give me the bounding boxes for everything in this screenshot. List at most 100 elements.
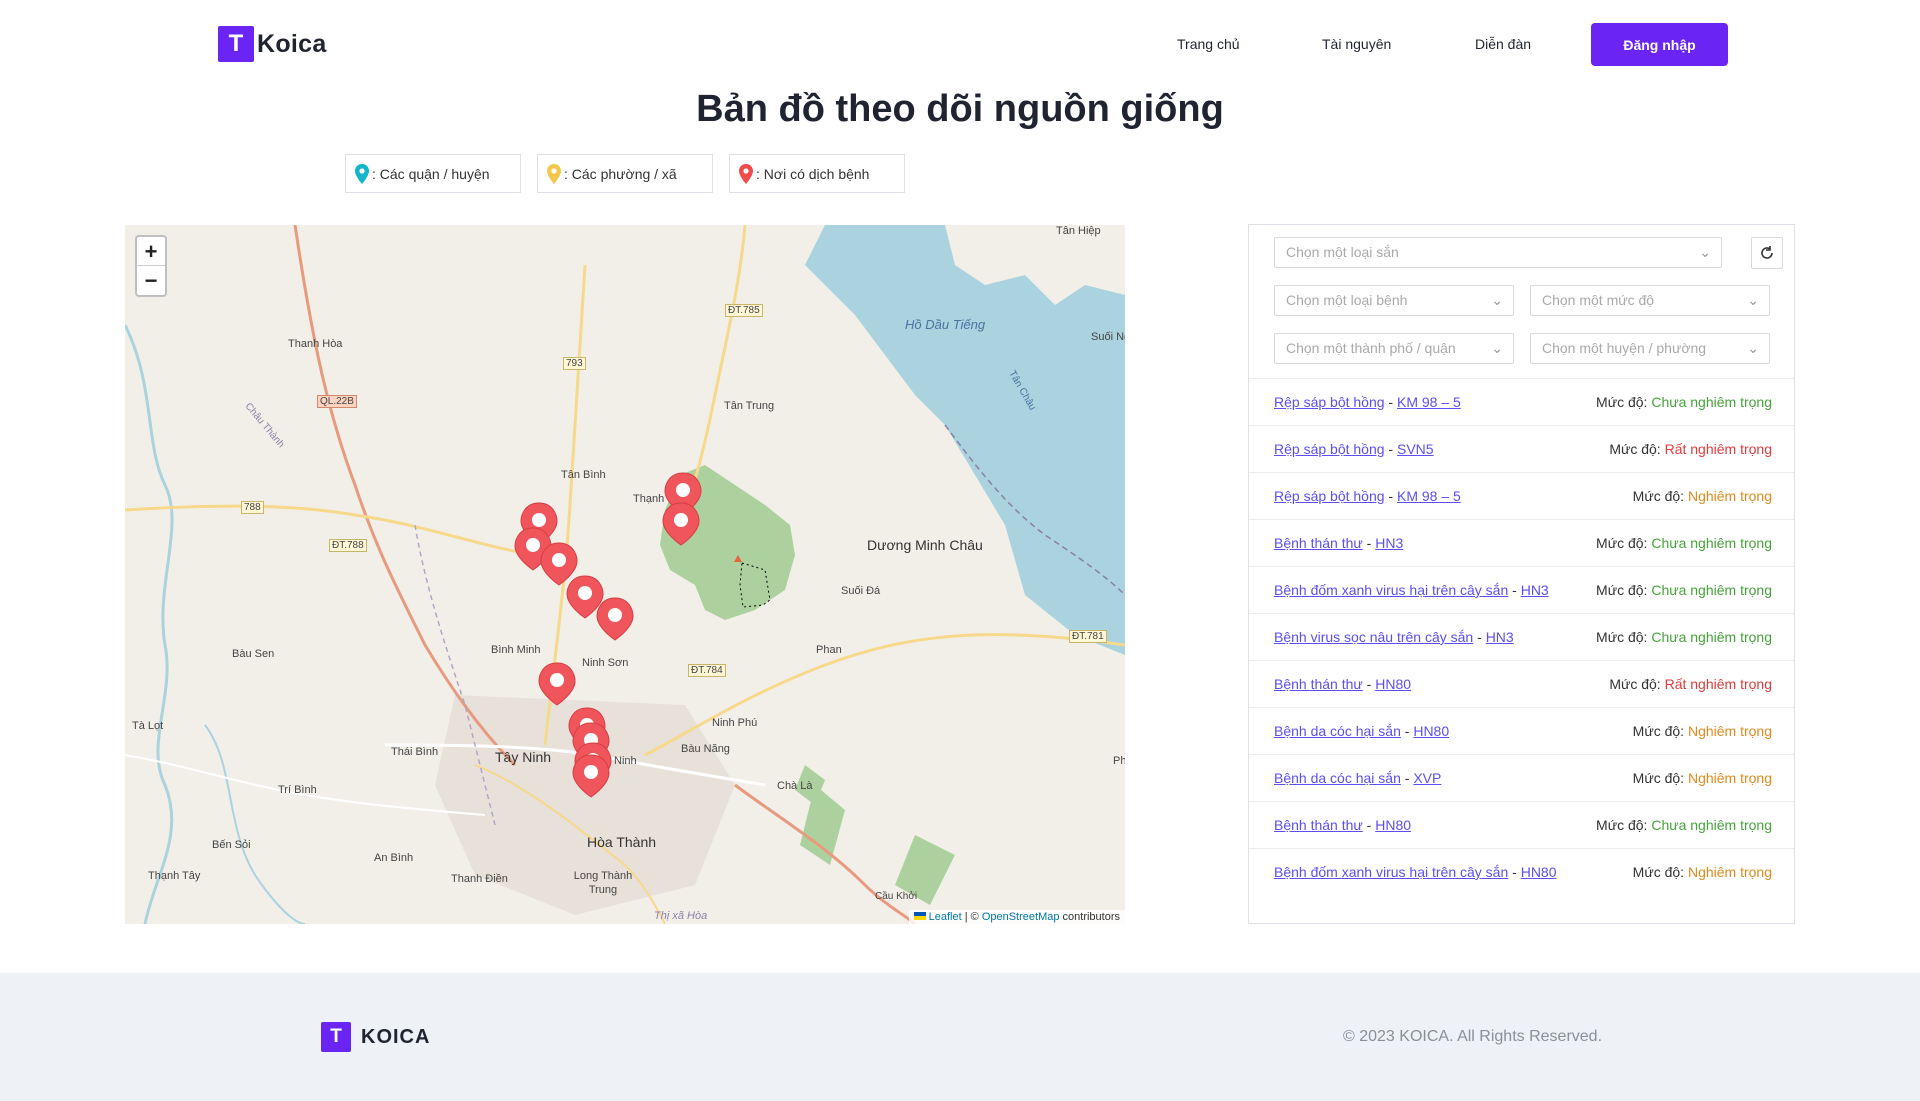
zoom-in-button[interactable]: + bbox=[137, 237, 165, 266]
disease-type-select[interactable]: Chọn một loại bệnh ⌄ bbox=[1274, 285, 1514, 316]
district-select[interactable]: Chọn một huyện / phường ⌄ bbox=[1530, 333, 1770, 364]
variety-link[interactable]: HN3 bbox=[1521, 582, 1549, 598]
severity-label: Mức độ: bbox=[1596, 535, 1648, 551]
separator: - bbox=[1508, 864, 1521, 880]
variety-link[interactable]: HN80 bbox=[1375, 817, 1411, 833]
separator: - bbox=[1362, 676, 1376, 692]
severity-info: Mức độ: Nghiêm trọng bbox=[1633, 488, 1772, 504]
record-title: Bệnh thán thư - HN80 bbox=[1274, 676, 1411, 692]
record-title: Bệnh thán thư - HN80 bbox=[1274, 817, 1411, 833]
nav-forum[interactable]: Diễn đàn bbox=[1475, 36, 1531, 52]
severity-info: Mức độ: Chưa nghiêm trọng bbox=[1596, 582, 1772, 598]
disease-link[interactable]: Bệnh virus sọc nâu trên cây sắn bbox=[1274, 629, 1473, 645]
list-item: Rệp sáp bột hồng - SVN5 Mức độ: Rất nghiê… bbox=[1249, 425, 1794, 472]
map-pin-icon bbox=[739, 163, 753, 184]
severity-value: Nghiêm trọng bbox=[1687, 488, 1772, 504]
select-placeholder: Chọn một loại bệnh bbox=[1286, 292, 1408, 308]
severity-label: Mức độ: bbox=[1596, 394, 1648, 410]
footer-brand-name: KOICA bbox=[361, 1025, 431, 1048]
chevron-down-icon: ⌄ bbox=[1699, 244, 1711, 260]
brand-name: Koica bbox=[257, 29, 327, 58]
map-pin-icon bbox=[547, 163, 561, 184]
leaflet-link[interactable]: Leaflet bbox=[929, 911, 962, 923]
list-item: Bệnh virus sọc nâu trên cây sắn - HN3 Mức… bbox=[1249, 613, 1794, 660]
disease-link[interactable]: Bệnh da cóc hại sắn bbox=[1274, 723, 1401, 739]
copyright-text: © 2023 KOICA. All Rights Reserved. bbox=[1343, 1028, 1603, 1045]
city-select[interactable]: Chọn một thành phố / quận ⌄ bbox=[1274, 333, 1514, 364]
variety-link[interactable]: KM 98 – 5 bbox=[1397, 488, 1461, 504]
list-item: Bệnh da cóc hại sắn - HN80 Mức độ: Nghiêm… bbox=[1249, 707, 1794, 754]
chevron-down-icon: ⌄ bbox=[1491, 292, 1503, 308]
logo-mark: T bbox=[218, 26, 254, 62]
severity-value: Chưa nghiêm trọng bbox=[1651, 535, 1772, 551]
list-item: Bệnh da cóc hại sắn - XVP Mức độ: Nghiêm … bbox=[1249, 754, 1794, 801]
select-placeholder: Chọn một loại sắn bbox=[1286, 244, 1399, 260]
disease-link[interactable]: Rệp sáp bột hồng bbox=[1274, 394, 1385, 410]
list-item: Bệnh thán thư - HN3 Mức độ: Chưa nghiêm t… bbox=[1249, 519, 1794, 566]
attribution-suffix: contributors bbox=[1059, 911, 1120, 923]
severity-info: Mức độ: Rất nghiêm trọng bbox=[1609, 441, 1772, 457]
disease-link[interactable]: Bệnh da cóc hại sắn bbox=[1274, 770, 1401, 786]
legend-label: : Nơi có dịch bệnh bbox=[756, 165, 870, 182]
legend-outbreak: : Nơi có dịch bệnh bbox=[729, 154, 905, 193]
variety-link[interactable]: HN3 bbox=[1486, 629, 1514, 645]
record-title: Bệnh virus sọc nâu trên cây sắn - HN3 bbox=[1274, 629, 1514, 645]
severity-info: Mức độ: Rất nghiêm trọng bbox=[1609, 676, 1772, 692]
severity-value: Rất nghiêm trọng bbox=[1664, 676, 1772, 692]
disease-link[interactable]: Rệp sáp bột hồng bbox=[1274, 488, 1385, 504]
record-title: Bệnh da cóc hại sắn - HN80 bbox=[1274, 723, 1449, 739]
disease-link[interactable]: Bệnh đốm xanh virus hại trên cây sắn bbox=[1274, 582, 1508, 598]
variety-link[interactable]: KM 98 – 5 bbox=[1397, 394, 1461, 410]
severity-label: Mức độ: bbox=[1596, 817, 1648, 833]
legend-label: : Các phường / xã bbox=[564, 165, 677, 182]
outbreak-record-list: Rệp sáp bột hồng - KM 98 – 5 Mức độ: Chưa… bbox=[1249, 378, 1794, 895]
variety-link[interactable]: HN3 bbox=[1375, 535, 1403, 551]
footer-logo[interactable]: T KOICA bbox=[321, 1022, 430, 1052]
outbreak-map[interactable]: Tân Hiệp Hồ Dầu Tiếng Suối Ng Thanh Hòa … bbox=[125, 225, 1125, 924]
disease-link[interactable]: Bệnh thán thư bbox=[1274, 676, 1363, 692]
severity-value: Nghiêm trọng bbox=[1687, 770, 1772, 786]
separator: - bbox=[1473, 629, 1486, 645]
osm-link[interactable]: OpenStreetMap bbox=[982, 911, 1060, 923]
land-type-select[interactable]: Chọn một loại sắn ⌄ bbox=[1274, 237, 1722, 268]
outbreak-marker[interactable] bbox=[572, 754, 610, 798]
separator: - bbox=[1384, 488, 1397, 504]
list-item: Rệp sáp bột hồng - KM 98 – 5 Mức độ: Chưa… bbox=[1249, 378, 1794, 425]
refresh-button[interactable] bbox=[1751, 237, 1783, 269]
outbreak-marker[interactable] bbox=[540, 542, 578, 586]
brand-logo[interactable]: T Koica bbox=[218, 26, 327, 62]
disease-link[interactable]: Bệnh thán thư bbox=[1274, 535, 1363, 551]
severity-label: Mức độ: bbox=[1596, 629, 1648, 645]
variety-link[interactable]: SVN5 bbox=[1397, 441, 1434, 457]
separator: - bbox=[1362, 817, 1376, 833]
outbreak-marker[interactable] bbox=[596, 597, 634, 641]
logo-mark: T bbox=[321, 1022, 351, 1052]
severity-info: Mức độ: Nghiêm trọng bbox=[1633, 864, 1772, 880]
nav-home[interactable]: Trang chủ bbox=[1177, 36, 1240, 52]
disease-link[interactable]: Bệnh thán thư bbox=[1274, 817, 1363, 833]
severity-value: Chưa nghiêm trọng bbox=[1651, 629, 1772, 645]
severity-label: Mức độ: bbox=[1609, 441, 1661, 457]
variety-link[interactable]: HN80 bbox=[1375, 676, 1411, 692]
variety-link[interactable]: HN80 bbox=[1521, 864, 1557, 880]
chevron-down-icon: ⌄ bbox=[1747, 292, 1759, 308]
ukraine-flag-icon bbox=[913, 912, 926, 920]
list-item: Bệnh thán thư - HN80 Mức độ: Rất nghiêm t… bbox=[1249, 660, 1794, 707]
record-title: Bệnh đốm xanh virus hại trên cây sắn - H… bbox=[1274, 582, 1549, 598]
outbreak-marker[interactable] bbox=[538, 662, 576, 706]
disease-link[interactable]: Rệp sáp bột hồng bbox=[1274, 441, 1385, 457]
zoom-out-button[interactable]: − bbox=[137, 266, 165, 295]
list-item: Rệp sáp bột hồng - KM 98 – 5 Mức độ: Nghi… bbox=[1249, 472, 1794, 519]
variety-link[interactable]: HN80 bbox=[1413, 723, 1449, 739]
disease-link[interactable]: Bệnh đốm xanh virus hại trên cây sắn bbox=[1274, 864, 1508, 880]
outbreak-marker[interactable] bbox=[662, 502, 700, 546]
nav-resources[interactable]: Tài nguyên bbox=[1322, 36, 1391, 52]
severity-select[interactable]: Chọn một mức độ ⌄ bbox=[1530, 285, 1770, 316]
severity-value: Nghiêm trọng bbox=[1687, 864, 1772, 880]
login-button[interactable]: Đăng nhập bbox=[1591, 23, 1728, 66]
separator: - bbox=[1362, 535, 1376, 551]
attribution-sep: | © bbox=[961, 911, 982, 923]
filter-panel: Chọn một loại sắn ⌄ Chọn một loại bệnh ⌄… bbox=[1248, 224, 1795, 924]
variety-link[interactable]: XVP bbox=[1413, 770, 1441, 786]
select-placeholder: Chọn một mức độ bbox=[1542, 292, 1655, 308]
